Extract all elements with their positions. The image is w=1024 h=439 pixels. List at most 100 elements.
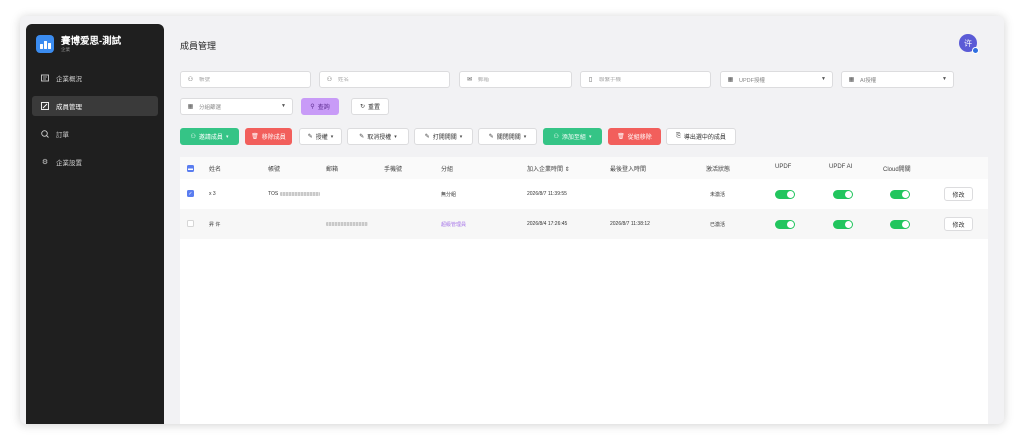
mail-icon: ✉ <box>466 77 473 83</box>
col-updf: UPDF <box>775 164 792 170</box>
group-filter-select[interactable]: ▦ 分組篩選 ▼ <box>180 98 293 115</box>
close-switch-button[interactable]: ✎ 關閉開關 ▾ <box>478 128 537 145</box>
col-group: 分組 <box>441 167 454 173</box>
remove-from-group-button[interactable]: 🗑 從組移除 <box>608 128 661 145</box>
query-button[interactable]: ⚲ 查詢 <box>301 98 339 115</box>
name-field[interactable]: ⚇ <box>319 71 450 88</box>
grant-button[interactable]: ✎ 授權 ▾ <box>299 128 342 145</box>
calendar-icon: ▦ <box>187 104 194 110</box>
ai-auth-select[interactable]: ▦ AI授權 ▼ <box>841 71 954 88</box>
cell-group[interactable]: 超級管理員 <box>441 221 466 228</box>
col-status: 激活狀態 <box>706 167 731 173</box>
chevron-down-icon: ▾ <box>225 133 229 140</box>
table-row: 昇 许 超級管理員 2026/8/4 17:26:45 2026/8/7 11:… <box>180 209 988 239</box>
open-switch-button[interactable]: ✎ 打開開關 ▾ <box>414 128 473 145</box>
pen-icon: ✎ <box>424 134 430 140</box>
col-name: 姓名 <box>209 167 222 173</box>
col-phone: 手機號 <box>384 167 403 173</box>
sidebar-item-members[interactable]: 成員管理 <box>32 96 158 116</box>
reset-label: 重置 <box>368 105 381 111</box>
group-filter-value: 分組篩選 <box>199 104 222 111</box>
cell-name: 昇 许 <box>209 222 221 228</box>
cell-group: 無分組 <box>441 192 457 198</box>
remove-label: 移除成員 <box>261 135 286 141</box>
col-last-login: 最後登入時間 <box>610 167 647 173</box>
pen-icon: ✎ <box>307 134 313 140</box>
app-window: 賽博爱思-測試 企業 企業概況 成員管理 訂單 ⚙ 企業設置 成員管理 许 ⚇ … <box>20 16 1004 424</box>
grant-label: 授權 <box>315 135 328 141</box>
redacted-text <box>326 221 368 226</box>
select-all-checkbox[interactable]: ▬ <box>187 165 194 172</box>
cell-last-login: 2026/8/7 11:38:12 <box>610 221 650 227</box>
chevron-down-icon: ▾ <box>459 133 463 140</box>
chevron-down-icon: ▼ <box>942 76 947 82</box>
chevron-down-icon: ▾ <box>394 133 397 140</box>
account-field[interactable]: ⚇ <box>180 71 311 88</box>
cloud-toggle[interactable] <box>890 220 910 229</box>
sidebar-item-orders[interactable]: 訂單 <box>32 124 158 144</box>
sidebar-item-overview[interactable]: 企業概況 <box>32 68 158 88</box>
members-icon <box>41 102 49 110</box>
phone-field[interactable]: ▯ <box>580 71 711 88</box>
email-field[interactable]: ✉ <box>459 71 572 88</box>
email-input[interactable] <box>478 76 562 83</box>
refresh-icon: ↻ <box>359 104 365 110</box>
trash-icon: 🗑 <box>251 134 259 140</box>
revoke-button[interactable]: ✎ 取消授權 ▾ <box>347 128 409 145</box>
row-checkbox[interactable]: ✓ <box>187 190 194 197</box>
name-input[interactable] <box>338 76 437 83</box>
chevron-down-icon: ▾ <box>523 133 527 140</box>
updf-auth-select[interactable]: ▦ UPDF授權 ▼ <box>720 71 833 88</box>
chevron-down-icon: ▼ <box>821 76 826 82</box>
reset-button[interactable]: ↻ 重置 <box>351 98 389 115</box>
members-table: ▬ 姓名 帳號 郵箱 手機號 分組 加入企業時間 ⇕ 最後登入時間 激活狀態 U… <box>180 157 988 424</box>
col-updf-ai: UPDF AI <box>829 164 853 170</box>
updf-ai-toggle[interactable] <box>833 220 853 229</box>
cloud-toggle[interactable] <box>890 190 910 199</box>
avatar-badge-icon <box>972 47 979 54</box>
cell-name: x 3 <box>209 191 216 197</box>
col-cloud: Cloud開關 <box>883 167 911 173</box>
account-input[interactable] <box>199 76 298 83</box>
remove-member-button[interactable]: 🗑 移除成員 <box>245 128 292 145</box>
redacted-text <box>280 191 321 196</box>
brand: 賽博爱思-測試 企業 <box>36 35 121 53</box>
phone-input[interactable] <box>599 76 698 83</box>
add-group-label: 添加至組 <box>561 135 586 141</box>
invite-member-button[interactable]: ⚇ 邀請成員 ▾ <box>180 128 239 145</box>
updf-ai-toggle[interactable] <box>833 190 853 199</box>
add-to-group-button[interactable]: ⚇ 添加至組 ▾ <box>543 128 602 145</box>
edit-button[interactable]: 修改 <box>944 187 973 201</box>
col-account: 帳號 <box>268 167 281 173</box>
sidebar: 賽博爱思-測試 企業 企業概況 成員管理 訂單 ⚙ 企業設置 <box>26 24 164 424</box>
open-switch-label: 打開開關 <box>432 135 457 141</box>
ai-auth-value: AI授權 <box>860 77 877 84</box>
updf-toggle[interactable] <box>775 190 795 199</box>
chevron-down-icon: ▼ <box>281 103 286 109</box>
revoke-label: 取消授權 <box>367 135 392 141</box>
updf-toggle[interactable] <box>775 220 795 229</box>
col-joined[interactable]: 加入企業時間 ⇕ <box>527 164 570 173</box>
sidebar-item-label: 訂單 <box>56 132 69 139</box>
pen-icon: ✎ <box>359 134 365 140</box>
chevron-down-icon: ▾ <box>588 133 592 140</box>
row-checkbox[interactable] <box>187 220 194 227</box>
cell-account-text: TOS <box>268 191 279 197</box>
export-label: 導出選中的成員 <box>683 135 726 141</box>
cell-status: 未激活 <box>710 192 726 198</box>
search-icon: ⚲ <box>310 104 315 110</box>
export-selected-button[interactable]: ⎘ 導出選中的成員 <box>666 128 736 145</box>
close-switch-label: 關閉開關 <box>496 135 521 141</box>
brand-logo-icon <box>36 35 54 53</box>
chevron-down-icon: ▾ <box>330 133 334 140</box>
sidebar-item-label: 企業概況 <box>56 76 82 83</box>
remove-group-label: 從組移除 <box>627 135 652 141</box>
brand-subtitle: 企業 <box>61 46 70 52</box>
brand-name: 賽博爱思-測試 <box>61 35 122 47</box>
sidebar-nav: 企業概況 成員管理 訂單 ⚙ 企業設置 <box>32 68 158 180</box>
edit-button[interactable]: 修改 <box>944 217 973 231</box>
cell-status: 已激活 <box>710 222 726 228</box>
page-title: 成員管理 <box>180 41 217 51</box>
sidebar-item-settings[interactable]: ⚙ 企業設置 <box>32 152 158 172</box>
pen-icon: ✎ <box>488 134 494 140</box>
